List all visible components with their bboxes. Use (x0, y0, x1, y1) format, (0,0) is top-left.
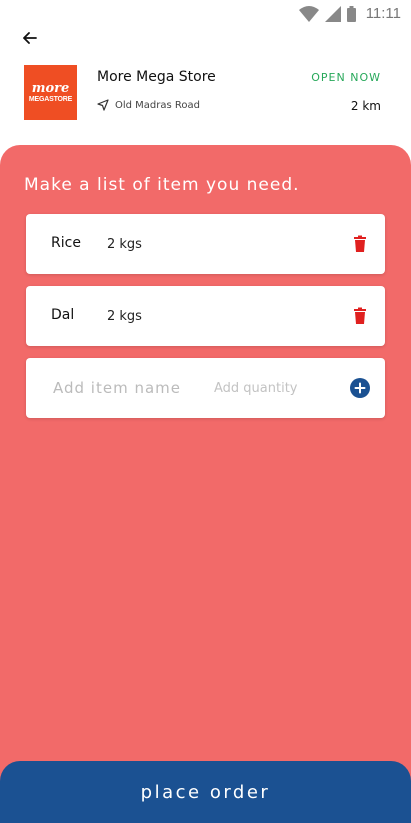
list-item: Rice 2 kgs (26, 214, 385, 274)
add-quantity-input[interactable] (214, 376, 324, 400)
store-logo: more MEGASTORE (24, 65, 77, 120)
store-address: Old Madras Road (115, 99, 200, 111)
back-button[interactable] (18, 26, 42, 50)
status-bar: 11:11 (0, 0, 411, 28)
navigation-arrow-icon (97, 99, 109, 111)
add-item-button[interactable] (350, 378, 370, 398)
wifi-icon (298, 5, 319, 22)
store-name: More Mega Store (97, 69, 216, 85)
logo-text-bottom: MEGASTORE (28, 95, 73, 103)
delete-item-button[interactable] (353, 235, 367, 253)
item-name: Dal (51, 307, 75, 323)
arrow-left-icon (23, 32, 37, 44)
plus-circle-icon (354, 382, 366, 394)
place-order-label: place order (140, 781, 271, 803)
place-order-button[interactable]: place order (0, 761, 411, 823)
status-time: 11:11 (365, 5, 401, 22)
trash-icon (354, 235, 366, 252)
status-icons: 11:11 (298, 5, 401, 22)
delete-item-button[interactable] (353, 307, 367, 325)
store-distance: 2 km (350, 99, 381, 113)
logo-text-top: more (31, 80, 70, 96)
signal-icon (324, 5, 341, 22)
item-name: Rice (51, 235, 81, 251)
shopping-list-panel: Make a list of item you need. Rice 2 kgs… (0, 145, 411, 823)
list-item: Dal 2 kgs (26, 286, 385, 346)
store-open-status: OPEN NOW (311, 71, 381, 84)
item-quantity: 2 kgs (107, 237, 142, 252)
item-quantity: 2 kgs (107, 309, 142, 324)
add-item-name-input[interactable] (53, 375, 193, 401)
store-location: Old Madras Road (97, 99, 200, 111)
trash-icon (354, 307, 366, 324)
list-title: Make a list of item you need. (24, 175, 300, 195)
add-item-row (26, 358, 385, 418)
battery-icon (346, 5, 356, 22)
store-header: more MEGASTORE More Mega Store Old Madra… (24, 65, 386, 120)
